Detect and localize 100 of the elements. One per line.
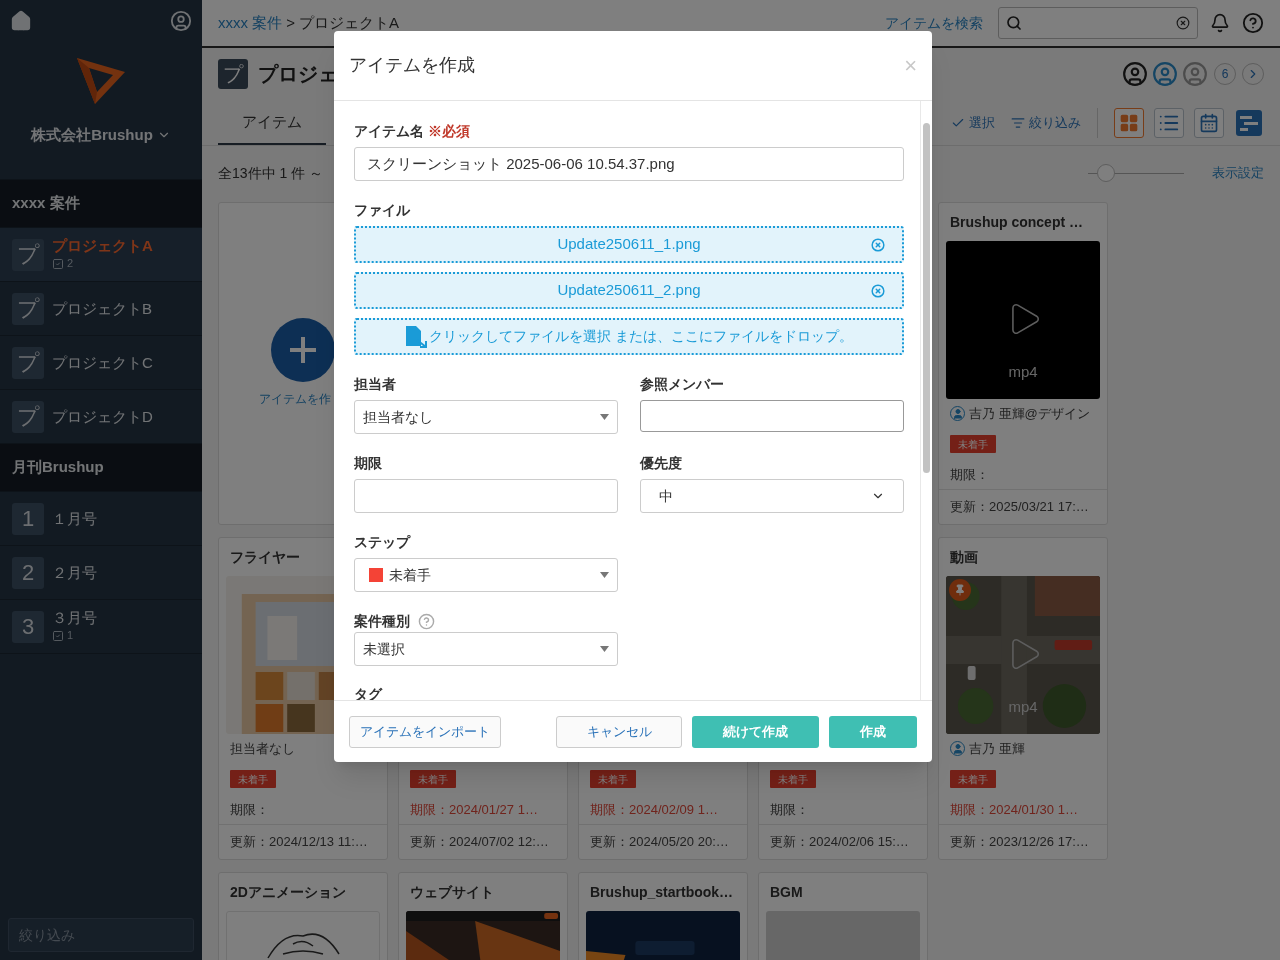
- item-label: ３月号: [52, 609, 97, 628]
- item-label: プロジェクトA: [52, 237, 153, 256]
- assignee-name: 吉乃 亜輝: [969, 739, 1025, 758]
- help-icon[interactable]: [418, 612, 435, 630]
- card-title: 2Dアニメーション: [230, 882, 346, 902]
- toolbar-button[interactable]: 選択: [951, 112, 995, 133]
- calendar-view-icon: [1199, 112, 1219, 133]
- field-label: 優先度: [640, 454, 683, 472]
- item-card[interactable]: 2Dアニメーション: [218, 872, 388, 960]
- due-date: 期限：2024/01/30 1…: [950, 800, 1078, 819]
- item-card[interactable]: ウェブサイト: [398, 872, 568, 960]
- user-icon[interactable]: [170, 10, 192, 32]
- field-label: 期限: [354, 454, 383, 472]
- gantt-view-icon: [1236, 109, 1262, 136]
- scrollbar[interactable]: [920, 101, 932, 700]
- updated-date: 更新：2023/12/26 17:…: [950, 833, 1089, 852]
- attached-file[interactable]: Update250611_2.png: [354, 272, 904, 309]
- toolbar-button[interactable]: 絞り込み: [1011, 112, 1081, 133]
- breadcrumb-current: プロジェクトA: [298, 12, 399, 33]
- tab[interactable]: アイテム: [218, 101, 326, 145]
- members-field[interactable]: [640, 400, 904, 432]
- assignee-name: 吉乃 亜輝@デザイン: [969, 404, 1090, 423]
- card-title: BGM: [770, 882, 803, 902]
- card-title: ウェブサイト: [410, 882, 494, 902]
- status-badge: 未着手: [770, 770, 816, 788]
- view-toggle[interactable]: [1234, 107, 1264, 138]
- attached-file[interactable]: Update250611_1.png: [354, 226, 904, 263]
- updated-date: 更新：2024/12/13 11:…: [230, 833, 368, 852]
- member-avatar-icon[interactable]: [1152, 61, 1178, 87]
- create-label: アイテムを作: [259, 391, 331, 408]
- dropdown-caret-icon: [600, 414, 609, 420]
- clear-icon[interactable]: [1176, 16, 1190, 30]
- continue-create-button[interactable]: 続けて作成: [692, 715, 819, 748]
- breadcrumb-link[interactable]: xxxx 案件: [218, 11, 283, 35]
- item-label: プロジェクトB: [52, 299, 152, 318]
- status-badge: 未着手: [950, 770, 996, 788]
- item-icon: プ: [12, 238, 44, 271]
- file-dropzone[interactable]: クリックしてファイルを選択 または、ここにファイルをドロップ。: [354, 318, 904, 355]
- item-icon: プ: [12, 292, 44, 325]
- item-name-field[interactable]: スクリーンショット 2025-06-06 10.54.37.png: [354, 147, 904, 181]
- assignee-name: 担当者なし: [230, 739, 295, 758]
- group-header: xxxx 案件: [0, 180, 202, 228]
- status-badge: 未着手: [410, 770, 456, 788]
- view-toggle[interactable]: [1154, 107, 1184, 138]
- remove-file-icon[interactable]: [871, 238, 885, 252]
- member-avatar-icon[interactable]: [1182, 61, 1208, 87]
- group-header: 月刊Brushup: [0, 444, 202, 492]
- cancel-button[interactable]: キャンセル: [556, 715, 682, 748]
- view-toggle[interactable]: [1194, 107, 1224, 138]
- item-icon: 2: [12, 556, 44, 589]
- item-card[interactable]: 動画 mp4 吉乃 亜輝 未着手 期限：2024/01/30 1… 更新：2023/12/26 17:…: [938, 537, 1108, 860]
- notification-icon[interactable]: [1210, 13, 1230, 33]
- project-title: プロジェ: [258, 62, 338, 87]
- card-title: Brushup_startbook…: [590, 882, 734, 902]
- item-label: １月号: [52, 509, 97, 528]
- video-thumbnail[interactable]: mp4: [946, 241, 1100, 399]
- view-toggle[interactable]: [1114, 107, 1144, 138]
- card-title: Brushup concept …: [950, 212, 1083, 232]
- select-field[interactable]: 担当者なし: [354, 400, 618, 434]
- card-title: フライヤー: [230, 547, 300, 567]
- item-card[interactable]: Brushup concept … mp4 吉乃 亜輝@デザイン 未着手 期限： 更新：2025/03/21 17:…: [938, 202, 1108, 525]
- search-field[interactable]: [998, 7, 1198, 39]
- slider-thumb[interactable]: [1097, 164, 1116, 182]
- create-button[interactable]: 作成: [829, 715, 917, 748]
- import-button[interactable]: アイテムをインポート: [349, 715, 501, 748]
- remove-file-icon[interactable]: [871, 284, 885, 298]
- due-date: 期限：2024/02/09 1…: [590, 800, 718, 819]
- updated-date: 更新：2024/02/06 15:…: [770, 833, 909, 852]
- filter-icon: [1011, 115, 1025, 130]
- display-settings-link[interactable]: 表示設定: [1212, 163, 1264, 183]
- card-title: 動画: [950, 547, 978, 567]
- due-date: 期限：: [770, 800, 809, 819]
- updated-date: 更新：2024/05/20 20:…: [590, 833, 729, 852]
- due-date: 期限：: [950, 465, 989, 484]
- file-upload-icon: [405, 325, 428, 348]
- size-slider[interactable]: [1088, 164, 1184, 182]
- item-count: 2: [67, 256, 74, 272]
- item-card[interactable]: BGM: [758, 872, 928, 960]
- item-icon: 3: [12, 610, 44, 643]
- member-avatar-icon[interactable]: [1122, 61, 1148, 87]
- due-date-field[interactable]: [354, 479, 618, 513]
- field-label: アイテム名 ※必須: [354, 122, 471, 140]
- help-icon[interactable]: [1242, 12, 1264, 34]
- item-card[interactable]: Brushup_startbook…: [578, 872, 748, 960]
- priority-select[interactable]: 中: [640, 479, 904, 513]
- home-icon[interactable]: [10, 10, 32, 32]
- status-badge: 未着手: [590, 770, 636, 788]
- project-icon: プ: [218, 59, 248, 89]
- search-link[interactable]: アイテムを検索: [885, 12, 983, 34]
- item-count: 1: [67, 628, 74, 644]
- updated-date: 更新：2025/03/21 17:…: [950, 498, 1089, 517]
- dropdown-caret-icon: [600, 572, 609, 578]
- select-field[interactable]: 未着手: [354, 558, 618, 592]
- dropdown-caret-icon: [600, 646, 609, 652]
- company-menu[interactable]: 株式会社Brushup: [31, 124, 171, 147]
- select-field[interactable]: 未選択: [354, 632, 618, 666]
- breadcrumb-separator: >: [286, 12, 295, 33]
- video-thumbnail[interactable]: mp4: [946, 576, 1100, 734]
- item-label: ２月号: [52, 563, 97, 582]
- item-icon: プ: [12, 400, 44, 433]
